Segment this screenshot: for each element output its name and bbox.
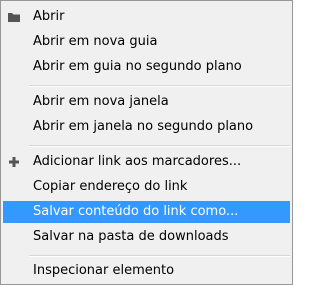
menu-item-open-new-window[interactable]: Abrir em nova janela [3,91,290,113]
menu-item-label: Abrir em nova guia [33,34,158,49]
menu-item-save-to-downloads[interactable]: Salvar na pasta de downloads [3,226,290,248]
menu-item-label: Abrir em guia no segundo plano [33,59,242,74]
menu-separator [29,255,290,257]
menu-item-label: Copiar endereço do link [33,179,188,194]
menu-item-label: Adicionar link aos marcadores... [33,154,242,169]
menu-item-open-new-tab[interactable]: Abrir em nova guia [3,31,290,53]
menu-item-add-bookmark[interactable]: Adicionar link aos marcadores... [3,151,290,173]
menu-item-save-link-as[interactable]: Salvar conteúdo do link como... [3,201,290,223]
menu-item-label: Abrir em nova janela [33,94,169,109]
menu-separator [29,145,290,147]
menu-item-open[interactable]: Abrir [3,6,290,28]
menu-separator [29,85,290,87]
menu-item-inspect-element[interactable]: Inspecionar elemento [3,260,290,282]
menu-item-label: Abrir [33,9,65,24]
folder-icon [8,13,20,22]
menu-item-label: Abrir em janela no segundo plano [33,119,254,134]
context-menu: Abrir Abrir em nova guia Abrir em guia n… [0,0,293,285]
plus-icon [9,157,19,167]
menu-item-copy-link-address[interactable]: Copiar endereço do link [3,176,290,198]
menu-item-label: Salvar na pasta de downloads [33,229,229,244]
menu-item-open-background-tab[interactable]: Abrir em guia no segundo plano [3,56,290,78]
menu-item-label: Inspecionar elemento [33,263,175,278]
menu-item-open-background-window[interactable]: Abrir em janela no segundo plano [3,116,290,138]
menu-item-label: Salvar conteúdo do link como... [33,204,239,219]
